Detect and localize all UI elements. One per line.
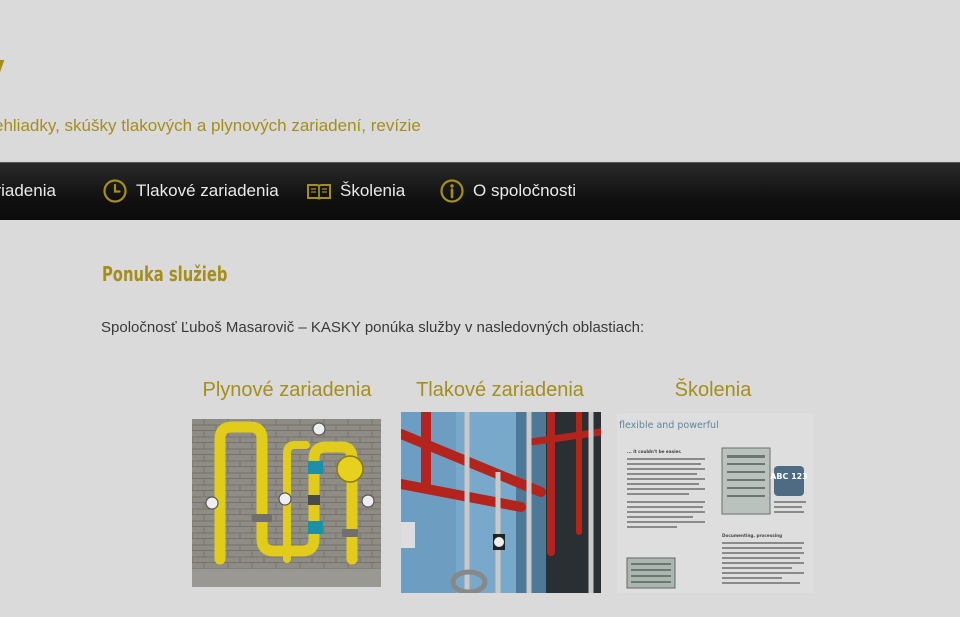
card-title-tlakove-zariadenia[interactable]: Tlakové zariadenia <box>402 379 598 402</box>
main-navigation: ariadenia Tlakové zariadenia Školenia <box>0 162 960 220</box>
intro-text: Spoločnosť Ľuboš Masarovič – KASKY ponúk… <box>101 319 645 336</box>
info-icon <box>439 178 465 204</box>
clock-icon <box>102 178 128 204</box>
nav-item-skolenia[interactable]: Školenia <box>306 162 405 220</box>
nav-item-label: Školenia <box>340 181 406 200</box>
section-title: Ponuka služieb <box>102 262 228 286</box>
nav-item-o-spolocnosti[interactable]: O spoločnosti <box>439 162 576 220</box>
pressure-vessels-image[interactable] <box>401 412 601 593</box>
brochure-image[interactable]: flexible and powerful ... it couldn't be… <box>617 413 813 593</box>
brochure-subheading: ... it couldn't be easier. <box>627 449 682 454</box>
site-logo[interactable]: y <box>0 34 7 114</box>
brochure-heading: flexible and powerful <box>619 420 719 431</box>
gas-pipes-image[interactable] <box>192 419 381 587</box>
nav-item-label: O spoločnosti <box>473 181 576 200</box>
nav-item-plynove-zariadenia[interactable]: ariadenia <box>0 162 56 220</box>
page: y ehliadky, skúšky tlakových a plynových… <box>0 0 960 617</box>
brochure-section-heading: Documenting, processing <box>722 533 782 538</box>
nav-item-label: ariadenia <box>0 181 56 200</box>
site-tagline: ehliadky, skúšky tlakových a plynových z… <box>0 116 421 135</box>
card-title-plynove-zariadenia[interactable]: Plynové zariadenia <box>190 379 384 402</box>
brochure-badge: ABC 123 <box>770 472 808 481</box>
nav-item-label: Tlakové zariadenia <box>136 181 279 200</box>
card-title-skolenia[interactable]: Školenia <box>614 379 812 402</box>
book-icon <box>306 178 332 204</box>
nav-item-tlakove-zariadenia[interactable]: Tlakové zariadenia <box>102 162 279 220</box>
